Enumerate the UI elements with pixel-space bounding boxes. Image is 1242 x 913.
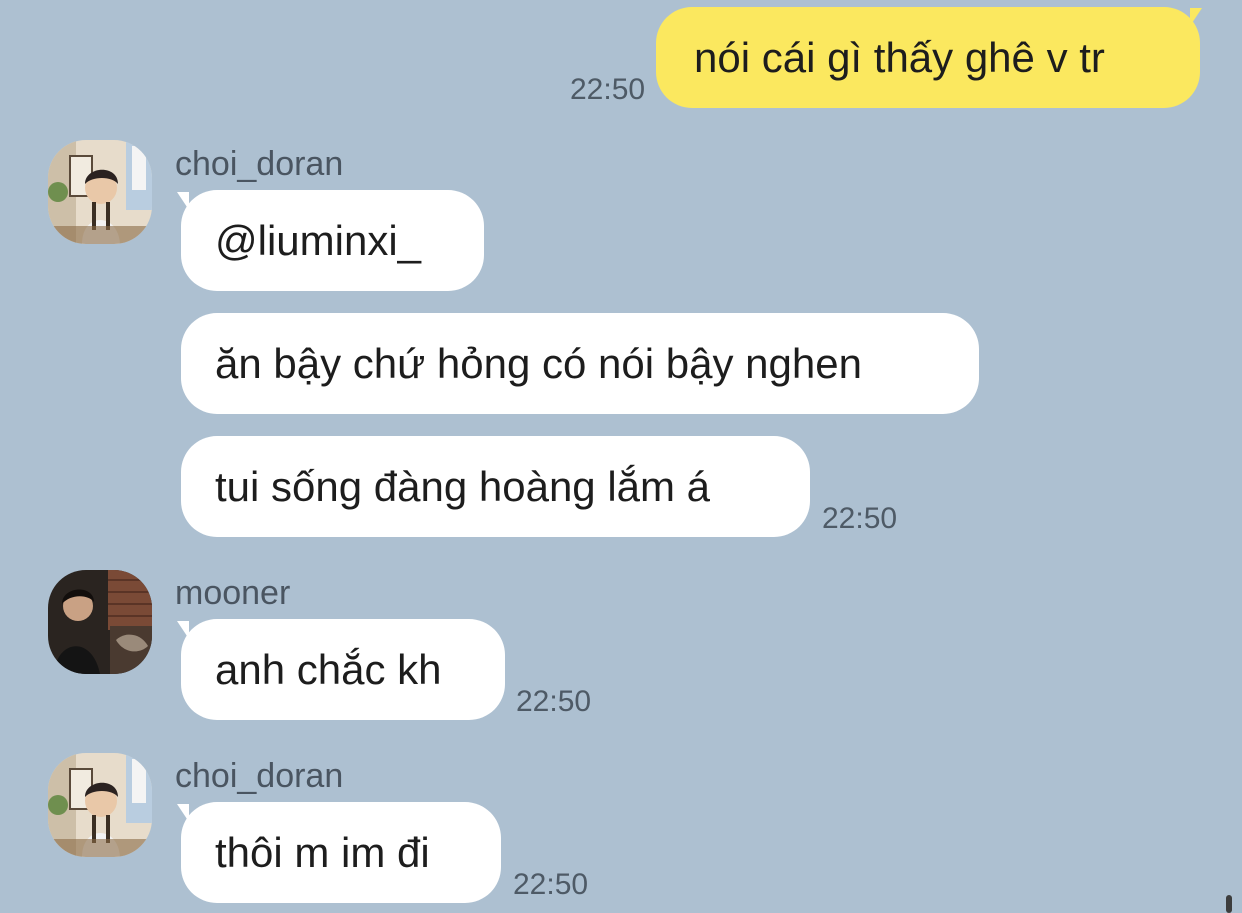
message-text: tui sống đàng hoàng lắm á bbox=[215, 462, 711, 510]
message-time: 22:50 bbox=[570, 73, 646, 106]
incoming-message-bubble[interactable]: thôi m im đi bbox=[181, 802, 501, 903]
message-text: thôi m im đi bbox=[215, 828, 430, 876]
avatar-photo-icon bbox=[48, 570, 152, 674]
avatar[interactable] bbox=[48, 140, 152, 244]
avatar[interactable] bbox=[48, 570, 152, 674]
sender-name: choi_doran bbox=[175, 145, 344, 183]
incoming-message-bubble[interactable]: @liuminxi_ bbox=[181, 190, 484, 291]
message-text: anh chắc kh bbox=[215, 645, 442, 693]
outgoing-message-bubble[interactable]: nói cái gì thấy ghê v tr bbox=[656, 7, 1200, 108]
incoming-message-bubble[interactable]: anh chắc kh bbox=[181, 619, 505, 720]
message-time: 22:50 bbox=[822, 502, 898, 535]
scrollbar-thumb[interactable] bbox=[1226, 895, 1232, 913]
message-text: @liuminxi_ bbox=[215, 216, 422, 264]
message-text: ăn bậy chứ hỏng có nói bậy nghen bbox=[215, 339, 862, 387]
incoming-message-bubble[interactable]: tui sống đàng hoàng lắm á bbox=[181, 436, 810, 537]
avatar-photo-icon bbox=[48, 753, 152, 857]
incoming-message-bubble[interactable]: ăn bậy chứ hỏng có nói bậy nghen bbox=[181, 313, 979, 414]
bubble-tail bbox=[1190, 8, 1202, 26]
message-time: 22:50 bbox=[513, 868, 589, 901]
sender-name: mooner bbox=[175, 574, 291, 612]
message-time: 22:50 bbox=[516, 685, 592, 718]
message-text: nói cái gì thấy ghê v tr bbox=[694, 33, 1105, 81]
avatar[interactable] bbox=[48, 753, 152, 857]
sender-name: choi_doran bbox=[175, 757, 344, 795]
avatar-photo-icon bbox=[48, 140, 152, 244]
